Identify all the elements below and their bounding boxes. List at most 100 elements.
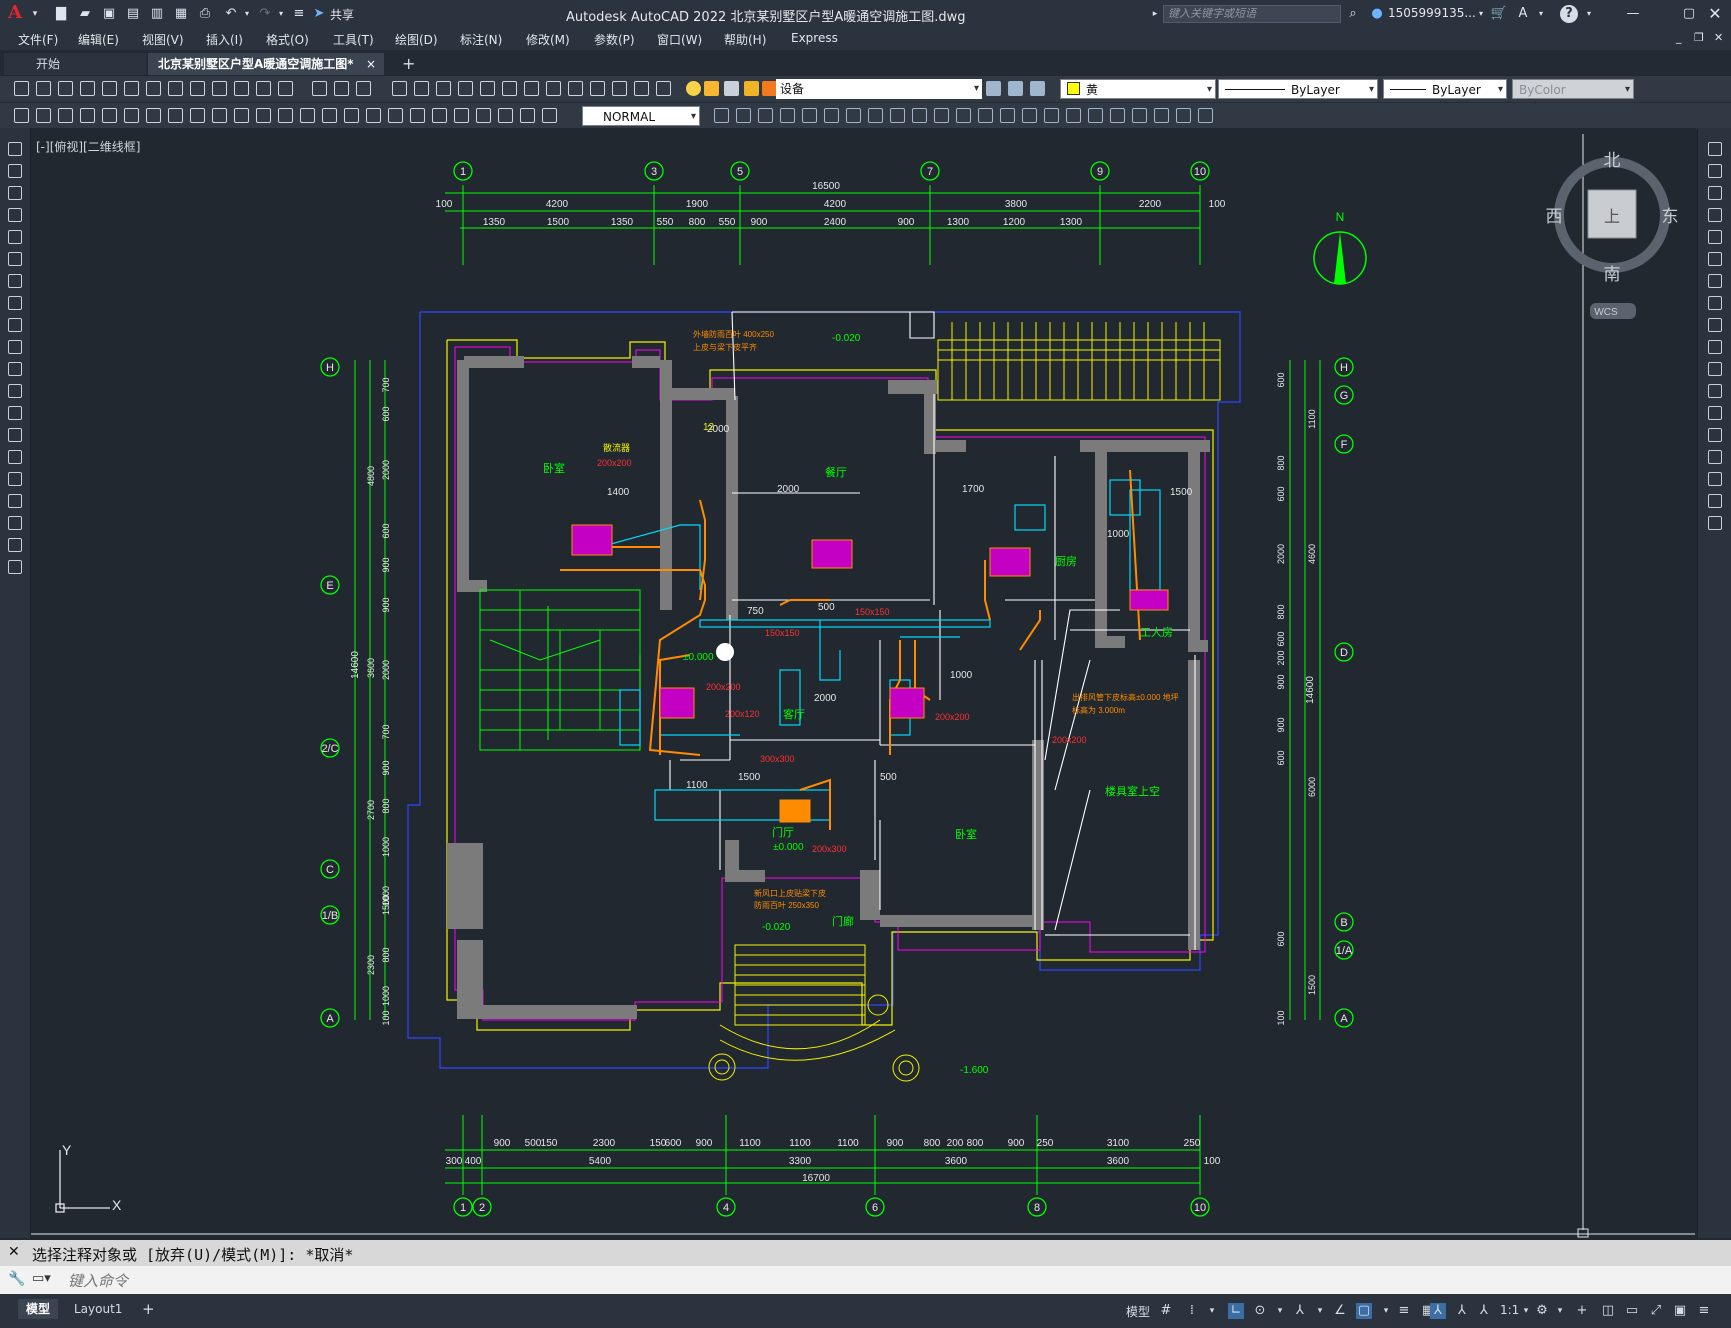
- drawing-canvas[interactable]: 1 3 5 7 9 10 16500 100 4200 1900 4200 3800 2200 100…: [31, 128, 1696, 1238]
- command-input[interactable]: [66, 1270, 1670, 1292]
- standard-tool-icon-19[interactable]: [458, 81, 473, 96]
- modify-tool-icon-2[interactable]: [1708, 186, 1722, 200]
- share-label[interactable]: 共享: [330, 6, 354, 23]
- user-icon[interactable]: ●: [1368, 5, 1386, 23]
- modify-tool-icon-15[interactable]: [1708, 472, 1722, 486]
- standard-tool-icon-10[interactable]: [234, 81, 249, 96]
- viewport-controls[interactable]: [-][俯视][二维线框]: [36, 138, 140, 155]
- dimension-tool-icon-19[interactable]: [432, 108, 447, 123]
- standard-tool-icon-2[interactable]: [58, 81, 73, 96]
- draw-tool-icon-13[interactable]: [8, 428, 22, 442]
- standard-tool-icon-28[interactable]: [656, 81, 671, 96]
- standard-tool-icon-17[interactable]: [414, 81, 429, 96]
- annotation-scale-icon[interactable]: ⅄: [1476, 1303, 1492, 1319]
- doc-restore-icon[interactable]: ❐: [1694, 31, 1704, 44]
- polar-dropdown-icon[interactable]: ▾: [1272, 1303, 1288, 1319]
- layer-lock-icon[interactable]: [744, 81, 759, 96]
- standard-tool-icon-27[interactable]: [634, 81, 649, 96]
- dimension-tool-icon-13[interactable]: [300, 108, 315, 123]
- modify-tool-icon-0[interactable]: [714, 108, 729, 123]
- modify-tool-icon-0[interactable]: [1708, 142, 1722, 156]
- maximize-icon[interactable]: ▢: [1680, 5, 1698, 23]
- user-dropdown-icon[interactable]: ▾: [1472, 5, 1490, 23]
- draw-tool-icon-6[interactable]: [8, 274, 22, 288]
- menu-edit[interactable]: 编辑(E): [78, 31, 119, 48]
- standard-tool-icon-6[interactable]: [146, 81, 161, 96]
- draw-tool-icon-8[interactable]: [8, 318, 22, 332]
- autodesk-app-icon[interactable]: A: [1514, 5, 1532, 23]
- redo-dropdown-icon[interactable]: ▾: [272, 5, 290, 23]
- help-icon[interactable]: ?: [1560, 5, 1578, 23]
- viewcube-east[interactable]: 东: [1662, 207, 1679, 226]
- dimension-tool-icon-8[interactable]: [190, 108, 205, 123]
- standard-tool-icon-15[interactable]: [356, 81, 371, 96]
- model-space-button[interactable]: 模型: [1126, 1303, 1150, 1320]
- standard-tool-icon-9[interactable]: [212, 81, 227, 96]
- dimension-tool-icon-16[interactable]: [366, 108, 381, 123]
- modify-tool-icon-7[interactable]: [1708, 296, 1722, 310]
- modify-tool-icon-13[interactable]: [1000, 108, 1015, 123]
- polar-icon[interactable]: ⊙: [1252, 1303, 1268, 1319]
- customization-icon[interactable]: ≡: [1696, 1303, 1712, 1319]
- menu-tools[interactable]: 工具(T): [333, 31, 374, 48]
- search-expand-icon[interactable]: ▸: [1146, 5, 1164, 23]
- dimension-tool-icon-10[interactable]: [234, 108, 249, 123]
- customize-icon[interactable]: 🔧: [8, 1271, 25, 1287]
- menu-view[interactable]: 视图(V): [142, 31, 184, 48]
- scale-dropdown-icon[interactable]: ▾: [1518, 1303, 1534, 1319]
- undo-dropdown-icon[interactable]: ▾: [238, 5, 256, 23]
- modify-tool-icon-10[interactable]: [1708, 362, 1722, 376]
- open-web-icon[interactable]: ▥: [148, 5, 166, 23]
- tab-model[interactable]: 模型: [18, 1299, 59, 1319]
- draw-tool-icon-7[interactable]: [8, 296, 22, 310]
- layer-match-icon[interactable]: [1008, 81, 1023, 96]
- standard-tool-icon-20[interactable]: [480, 81, 495, 96]
- modify-tool-icon-17[interactable]: [1088, 108, 1103, 123]
- isodraft-icon[interactable]: ⅄: [1292, 1303, 1308, 1319]
- auto-scale-icon[interactable]: ⅄: [1454, 1303, 1470, 1319]
- color-dropdown[interactable]: 黄 ▾: [1060, 79, 1216, 99]
- dimension-tool-icon-12[interactable]: [278, 108, 293, 123]
- modify-tool-icon-4[interactable]: [802, 108, 817, 123]
- fullscreen-icon[interactable]: ▣: [1672, 1303, 1688, 1319]
- standard-tool-icon-25[interactable]: [590, 81, 605, 96]
- menu-draw[interactable]: 绘图(D): [395, 31, 438, 48]
- modify-tool-icon-15[interactable]: [1044, 108, 1059, 123]
- dimension-tool-icon-9[interactable]: [212, 108, 227, 123]
- graphics-performance-icon[interactable]: ▭: [1624, 1303, 1640, 1319]
- layer-on-icon[interactable]: [686, 81, 701, 96]
- dimension-tool-icon-11[interactable]: [256, 108, 271, 123]
- dimension-tool-icon-15[interactable]: [344, 108, 359, 123]
- minimize-icon[interactable]: —: [1624, 5, 1642, 23]
- user-account[interactable]: 1505999135...: [1388, 6, 1476, 20]
- standard-tool-icon-18[interactable]: [436, 81, 451, 96]
- standard-tool-icon-22[interactable]: [524, 81, 539, 96]
- lineweight-icon[interactable]: ≡: [1396, 1303, 1412, 1319]
- modify-tool-icon-10[interactable]: [934, 108, 949, 123]
- dimension-tool-icon-7[interactable]: [168, 108, 183, 123]
- modify-tool-icon-22[interactable]: [1198, 108, 1213, 123]
- dimension-tool-icon-21[interactable]: [476, 108, 491, 123]
- modify-tool-icon-12[interactable]: [978, 108, 993, 123]
- annotation-scale-value[interactable]: 1:1: [1500, 1303, 1519, 1317]
- standard-tool-icon-8[interactable]: [190, 81, 205, 96]
- menu-help[interactable]: 帮助(H): [724, 31, 766, 48]
- close-window-icon[interactable]: ✕: [1706, 5, 1724, 23]
- tab-layout1[interactable]: Layout1: [66, 1299, 130, 1319]
- dimension-tool-icon-24[interactable]: [542, 108, 557, 123]
- standard-tool-icon-24[interactable]: [568, 81, 583, 96]
- autocad-logo-icon[interactable]: A: [8, 2, 22, 23]
- modify-tool-icon-3[interactable]: [1708, 208, 1722, 222]
- standard-tool-icon-23[interactable]: [546, 81, 561, 96]
- make-layer-current-icon[interactable]: [986, 81, 1001, 96]
- osnap-dropdown-icon[interactable]: ▾: [1378, 1303, 1394, 1319]
- dimension-tool-icon-18[interactable]: [410, 108, 425, 123]
- draw-tool-icon-15[interactable]: [8, 472, 22, 486]
- dimension-tool-icon-4[interactable]: [102, 108, 117, 123]
- standard-tool-icon-12[interactable]: [278, 81, 293, 96]
- layer-previous-icon[interactable]: [1030, 81, 1045, 96]
- layer-viewport-icon[interactable]: [724, 81, 739, 96]
- clean-screen-icon[interactable]: ⤢: [1648, 1303, 1664, 1319]
- modify-tool-icon-8[interactable]: [1708, 318, 1722, 332]
- isodraft-dropdown-icon[interactable]: ▾: [1312, 1303, 1328, 1319]
